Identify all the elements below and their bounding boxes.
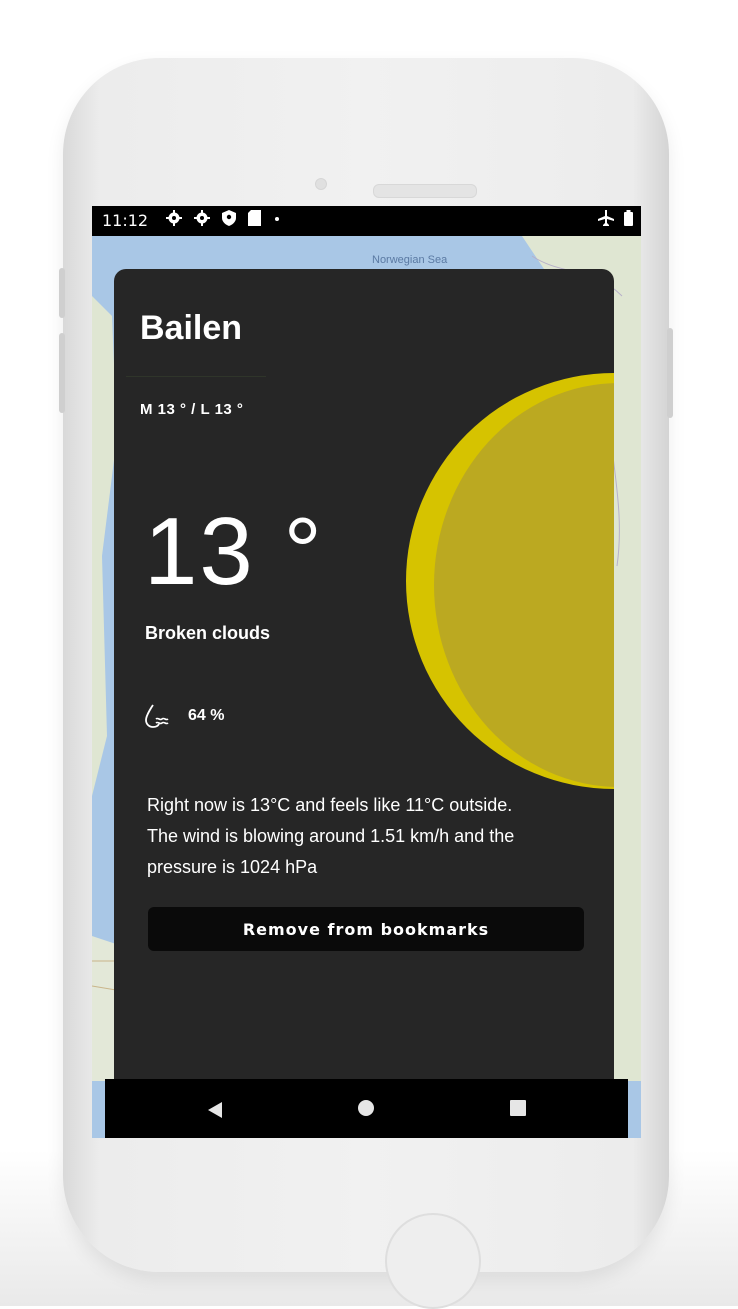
remove-bookmark-button[interactable]: Remove from bookmarks <box>148 907 584 951</box>
shield-icon <box>222 210 236 226</box>
recent-apps-icon[interactable] <box>510 1100 526 1116</box>
summary-line: pressure is 1024 hPa <box>147 857 318 877</box>
earpiece-speaker <box>373 184 477 198</box>
phone-side-button <box>59 333 65 413</box>
home-icon[interactable] <box>358 1100 374 1116</box>
airplane-mode-icon <box>598 210 614 226</box>
weather-summary: Right now is 13°C and feels like 11°C ou… <box>147 790 587 883</box>
city-name: Bailen <box>140 309 243 347</box>
status-bar: 11:12 <box>92 206 641 236</box>
map-label-sea: Norwegian Sea <box>372 254 448 266</box>
sun-icon <box>406 373 614 789</box>
battery-icon <box>624 210 633 226</box>
notification-dot-icon <box>275 217 279 221</box>
navigation-bar <box>105 1079 628 1138</box>
sd-card-icon <box>248 210 261 226</box>
humidity-value: 64 % <box>188 707 225 724</box>
phone-screen: Norwegian Sea 11:12 Bailen M 13 ° / L 13… <box>92 206 641 1138</box>
summary-line: The wind is blowing around 1.51 km/h and… <box>147 826 515 846</box>
humidity-icon <box>145 704 169 728</box>
summary-line: Right now is 13°C and feels like 11°C ou… <box>147 795 513 815</box>
gear-icon <box>166 210 182 226</box>
back-icon[interactable] <box>208 1102 222 1118</box>
status-time: 11:12 <box>102 211 149 230</box>
weather-description: Broken clouds <box>145 623 271 643</box>
humidity-row: 64 % <box>144 702 224 730</box>
gear-icon <box>194 210 210 226</box>
divider <box>126 376 266 377</box>
weather-card: Bailen M 13 ° / L 13 ° 13 ° Broken cloud… <box>114 269 614 1081</box>
phone-side-button <box>59 268 65 318</box>
front-camera <box>315 178 327 190</box>
phone-side-button <box>667 328 673 418</box>
min-max-temperature: M 13 ° / L 13 ° <box>140 401 244 418</box>
hardware-home-button[interactable] <box>385 1213 481 1309</box>
current-temperature: 13 ° <box>144 498 324 605</box>
